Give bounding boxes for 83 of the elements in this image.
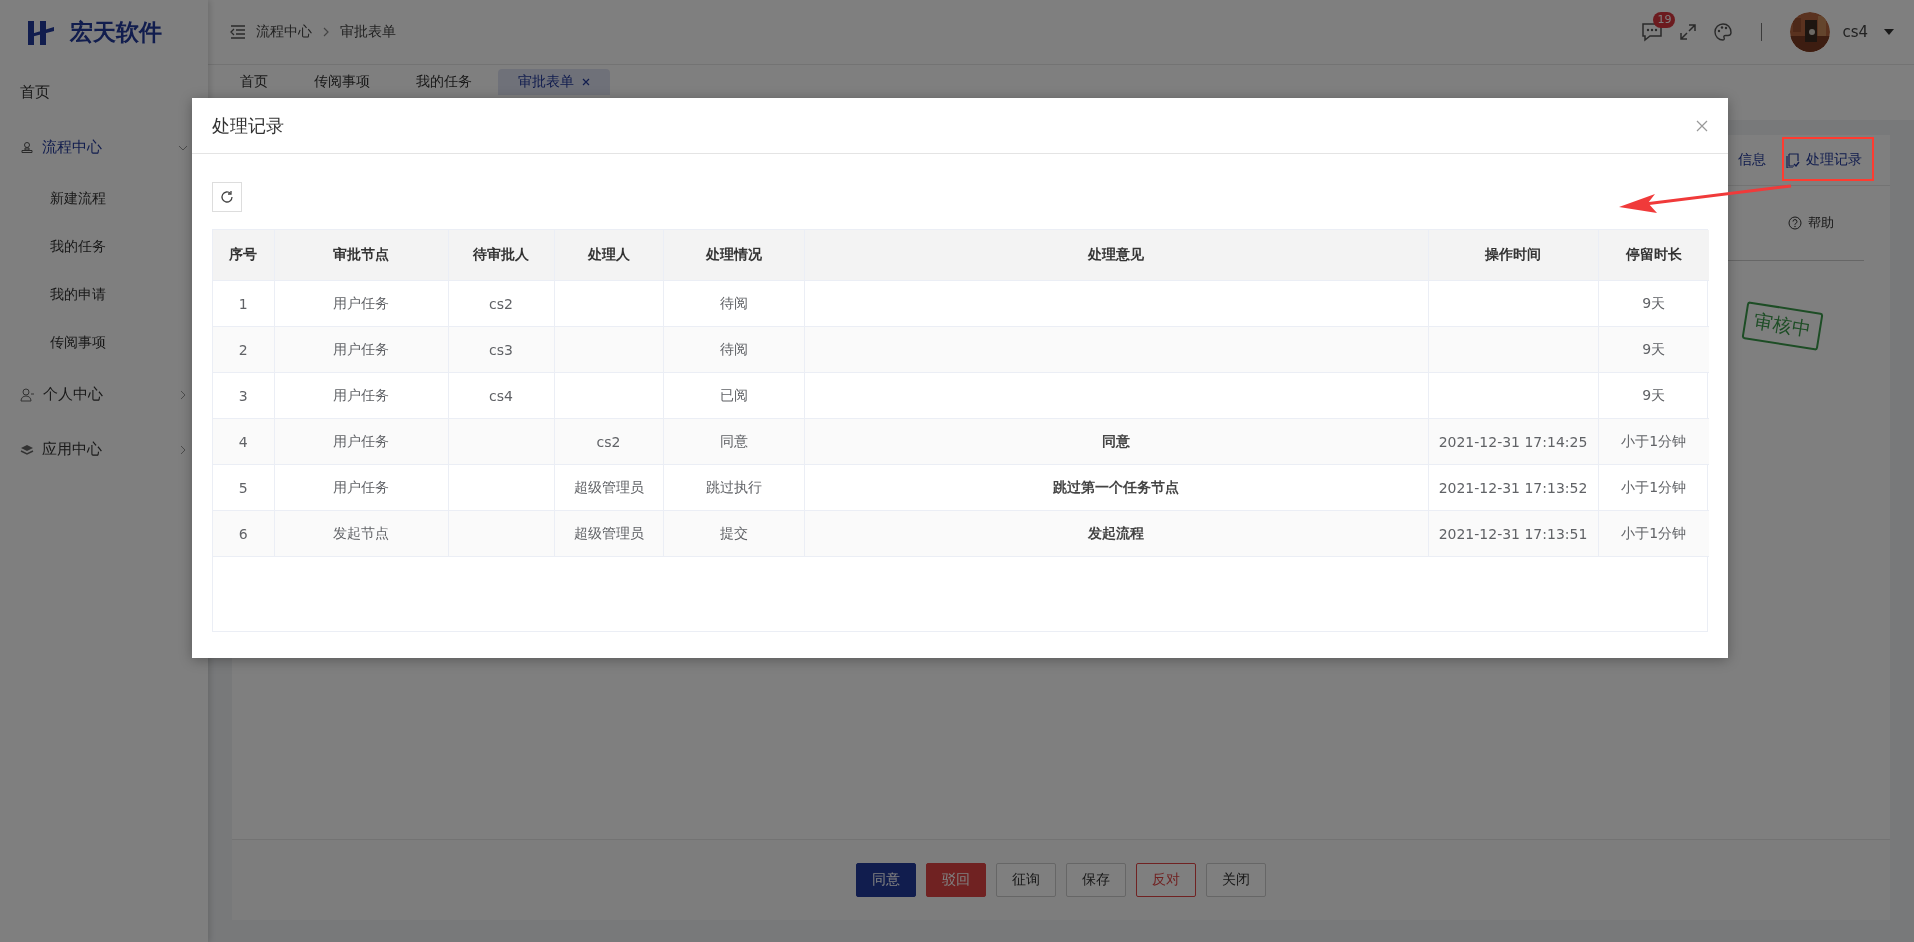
layers-icon: [20, 442, 34, 457]
menu-item[interactable]: 个人中心: [0, 367, 208, 422]
table-cell: 同意: [663, 418, 804, 465]
user-name[interactable]: cs4: [1842, 23, 1868, 41]
close-icon[interactable]: [582, 78, 590, 86]
table-cell: 用户任务: [274, 464, 448, 511]
table-cell: 2: [213, 326, 274, 373]
tab[interactable]: 传阅事项: [294, 69, 390, 95]
records-link[interactable]: 处理记录: [1786, 151, 1862, 169]
refresh-icon: [220, 190, 234, 204]
table-cell: cs2: [554, 418, 663, 465]
table-cell: 跳过执行: [663, 464, 804, 511]
table-cell: cs3: [448, 326, 554, 373]
action-button[interactable]: 关闭: [1206, 863, 1266, 897]
status-stamp: 审核中: [1741, 301, 1824, 351]
table-cell: cs4: [448, 372, 554, 419]
table-cell: 用户任务: [274, 418, 448, 465]
table-cell: 2021-12-31 17:14:25: [1428, 418, 1598, 465]
action-button[interactable]: 征询: [996, 863, 1056, 897]
logo-icon: [26, 18, 56, 47]
message-icon[interactable]: [1641, 22, 1664, 42]
menu-item[interactable]: 流程中心: [0, 120, 208, 175]
table-cell: 超级管理员: [554, 464, 663, 511]
table-cell: cs2: [448, 280, 554, 327]
separator-icon: [322, 27, 330, 37]
column-header: 序号: [213, 230, 274, 281]
breadcrumb-item[interactable]: 流程中心: [256, 23, 312, 41]
stamp-icon: [20, 140, 34, 155]
refresh-button[interactable]: [212, 182, 242, 212]
tab[interactable]: 首页: [220, 69, 288, 95]
brand-name: 宏天软件: [70, 18, 162, 47]
table-cell: 9天: [1598, 280, 1709, 327]
table-cell: 小于1分钟: [1598, 510, 1709, 557]
breadcrumb-item: 审批表单: [340, 23, 396, 41]
close-icon[interactable]: [1696, 119, 1708, 132]
table-cell: 9天: [1598, 372, 1709, 419]
table-cell: 1: [213, 280, 274, 327]
table-cell: 发起节点: [274, 510, 448, 557]
column-header: 处理人: [554, 230, 663, 281]
user-icon: [20, 387, 35, 402]
count-badge: 19: [1653, 12, 1676, 28]
table-cell: 用户任务: [274, 280, 448, 327]
table-cell: 用户任务: [274, 326, 448, 373]
table-cell: 已阅: [663, 372, 804, 419]
dialog-title: 处理记录: [212, 113, 284, 138]
tab[interactable]: 审批表单: [498, 69, 610, 95]
column-header: 待审批人: [448, 230, 554, 281]
table-cell: 用户任务: [274, 372, 448, 419]
column-header: 处理意见: [804, 230, 1428, 281]
column-header: 操作时间: [1428, 230, 1598, 281]
action-button[interactable]: 同意: [856, 863, 916, 897]
table-cell: 小于1分钟: [1598, 464, 1709, 511]
tab[interactable]: 我的任务: [396, 69, 492, 95]
help-link[interactable]: 帮助: [1788, 214, 1834, 232]
column-header: 处理情况: [663, 230, 804, 281]
document-check-icon: [1786, 152, 1800, 168]
table-cell: 5: [213, 464, 274, 511]
table-cell: 同意: [804, 418, 1428, 465]
table-cell: 跳过第一个任务节点: [804, 464, 1428, 511]
fullscreen-icon[interactable]: [1679, 23, 1698, 41]
table-cell: 发起流程: [804, 510, 1428, 557]
table-cell: 待阅: [663, 280, 804, 327]
caret-icon[interactable]: [1884, 28, 1894, 36]
table-cell: 提交: [663, 510, 804, 557]
column-header: 停留时长: [1598, 230, 1709, 281]
menu-fold-icon[interactable]: [230, 25, 246, 39]
palette-icon[interactable]: [1713, 22, 1734, 42]
table-cell: 4: [213, 418, 274, 465]
help-icon: [1788, 216, 1802, 230]
table-cell: 待阅: [663, 326, 804, 373]
table-cell: 9天: [1598, 326, 1709, 373]
table-cell: 小于1分钟: [1598, 418, 1709, 465]
action-button[interactable]: 保存: [1066, 863, 1126, 897]
info-link[interactable]: 信息: [1738, 151, 1766, 169]
action-button[interactable]: 驳回: [926, 863, 986, 897]
table-cell: 3: [213, 372, 274, 419]
menu-item[interactable]: 应用中心: [0, 422, 208, 477]
table-cell: 2021-12-31 17:13:51: [1428, 510, 1598, 557]
table-cell: 2021-12-31 17:13:52: [1428, 464, 1598, 511]
action-button[interactable]: 反对: [1136, 863, 1196, 897]
table-cell: 超级管理员: [554, 510, 663, 557]
table-cell: 6: [213, 510, 274, 557]
column-header: 审批节点: [274, 230, 448, 281]
